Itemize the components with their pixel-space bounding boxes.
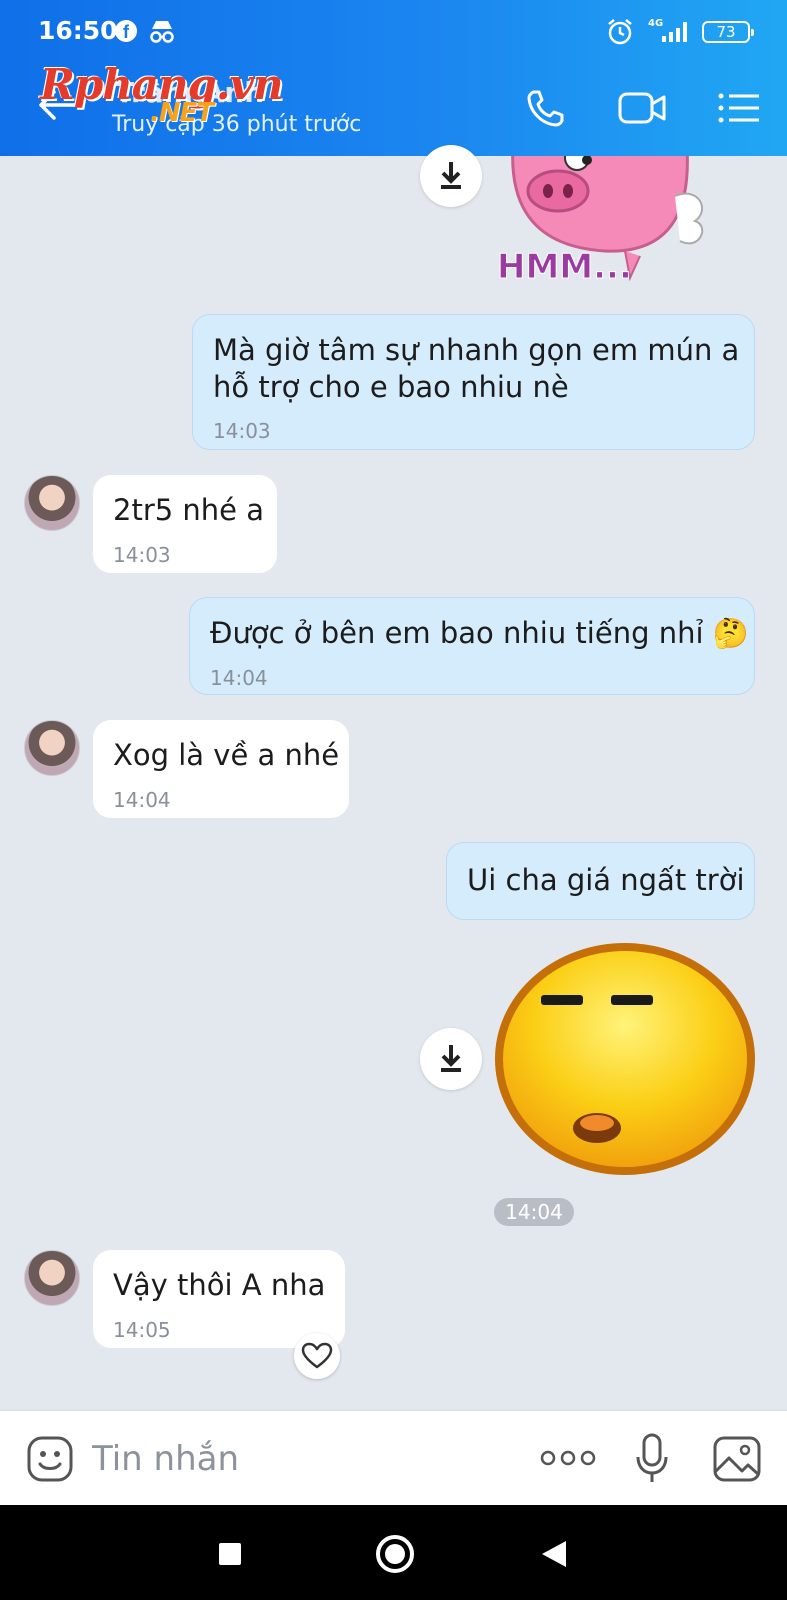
outgoing-message-bubble[interactable]: Mà giờ tâm sự nhanh gọn em mún a hỗ trợ … bbox=[192, 314, 755, 450]
phone-call-button[interactable] bbox=[524, 86, 572, 130]
message-time: 14:04 bbox=[210, 666, 268, 690]
facebook-icon: f bbox=[115, 20, 137, 42]
microphone-button[interactable] bbox=[634, 1433, 670, 1485]
status-time: 16:50 bbox=[38, 16, 118, 45]
pig-hmm-sticker: HMM... bbox=[497, 156, 704, 288]
chat-app-bar: Trâm Anh Truy cập 36 phút trước Rphang.v… bbox=[0, 60, 787, 156]
more-options-button[interactable] bbox=[540, 1445, 596, 1471]
image-picker-button[interactable] bbox=[712, 1435, 762, 1483]
sticker-text: HMM... bbox=[497, 247, 632, 287]
message-text: Ui cha giá ngất trời bbox=[467, 863, 745, 897]
heart-icon bbox=[301, 1342, 333, 1369]
message-text-line-2: hỗ trợ cho e bao nhiu nè bbox=[213, 370, 569, 404]
message-input[interactable] bbox=[92, 1431, 492, 1487]
status-bar: 16:50 f 4G 73 bbox=[0, 0, 787, 60]
emoji-sticker-button[interactable] bbox=[26, 1435, 74, 1483]
outgoing-message-bubble[interactable]: Được ở bên em bao nhiu tiếng nhỉ 🤔 14:04 bbox=[189, 597, 755, 695]
watermark-logo: Rphang.vn .NET bbox=[40, 60, 283, 128]
outgoing-message-bubble[interactable]: Ui cha giá ngất trời bbox=[446, 842, 755, 920]
system-navigation-bar bbox=[0, 1505, 787, 1600]
react-heart-button[interactable] bbox=[294, 1333, 340, 1379]
message-time: 14:05 bbox=[113, 1318, 171, 1342]
message-text: Xog là về a nhé bbox=[113, 738, 340, 772]
incoming-message-bubble[interactable]: Xog là về a nhé 14:04 bbox=[93, 720, 349, 818]
watermark-subtext: .NET bbox=[150, 98, 214, 128]
video-call-button[interactable] bbox=[618, 86, 666, 130]
message-time: 14:04 bbox=[113, 788, 171, 812]
message-composer bbox=[0, 1410, 787, 1505]
contact-avatar[interactable] bbox=[24, 720, 80, 776]
battery-icon: 73 bbox=[702, 21, 754, 43]
message-time: 14:03 bbox=[213, 419, 271, 443]
home-button[interactable] bbox=[376, 1535, 414, 1573]
recent-apps-button[interactable] bbox=[219, 1543, 241, 1565]
message-time: 14:03 bbox=[113, 543, 171, 567]
timestamp-pill: 14:04 bbox=[494, 1198, 574, 1226]
system-back-button[interactable] bbox=[542, 1541, 566, 1567]
menu-list-button[interactable] bbox=[716, 86, 764, 130]
message-text-line-1: Mà giờ tâm sự nhanh gọn em mún a bbox=[213, 333, 740, 367]
message-text: Vậy thôi A nha bbox=[113, 1268, 326, 1302]
download-button[interactable] bbox=[420, 145, 482, 207]
contact-avatar[interactable] bbox=[24, 1250, 80, 1306]
message-text: 2tr5 nhé a bbox=[113, 493, 265, 527]
signal-icon bbox=[662, 22, 687, 42]
download-icon bbox=[441, 1045, 461, 1072]
alarm-icon bbox=[608, 19, 632, 45]
download-button[interactable] bbox=[420, 1028, 482, 1090]
incoming-message-bubble[interactable]: 2tr5 nhé a 14:03 bbox=[93, 475, 277, 573]
unamused-face-sticker bbox=[495, 943, 755, 1175]
top-header: 16:50 f 4G 73 Trâm Anh Truy cập 36 phút … bbox=[0, 0, 787, 156]
message-text: Được ở bên em bao nhiu tiếng nhỉ 🤔 bbox=[210, 616, 749, 650]
download-icon bbox=[441, 162, 461, 189]
incognito-icon bbox=[150, 21, 174, 43]
contact-avatar[interactable] bbox=[24, 475, 80, 531]
